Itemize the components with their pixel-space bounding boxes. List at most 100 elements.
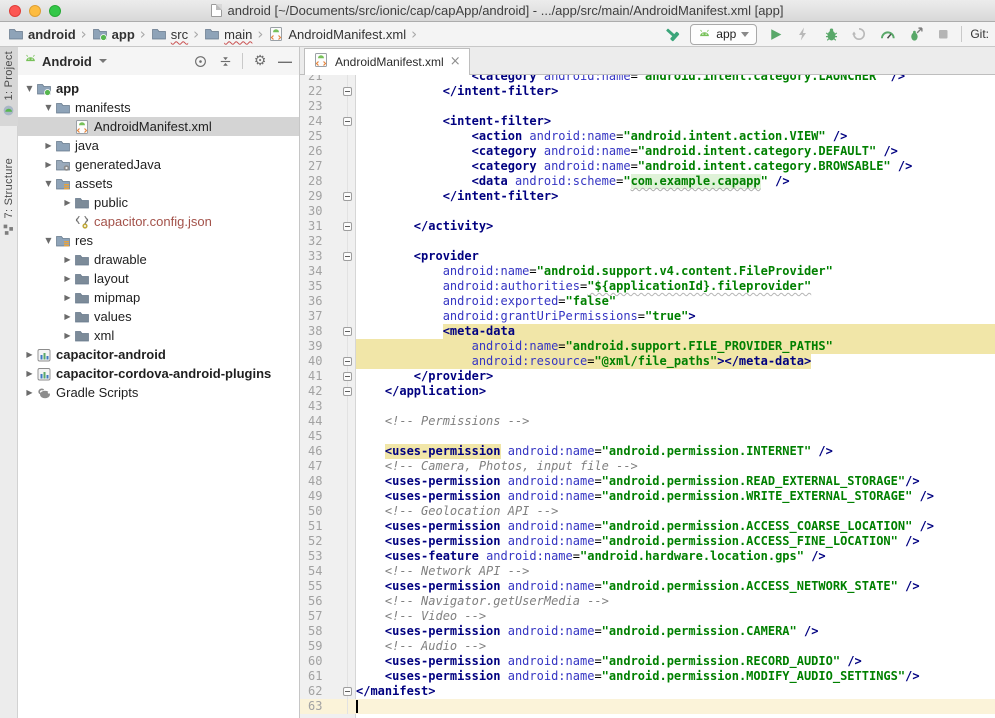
project-tool-button[interactable]: 1: Project: [0, 47, 18, 126]
code-line-45[interactable]: 45: [300, 429, 995, 444]
line-number[interactable]: 49: [300, 489, 342, 504]
tree-item-public[interactable]: ▶public: [18, 193, 299, 212]
tree-item-capacitor-cordova-android-plugins[interactable]: ▶capacitor-cordova-android-plugins: [18, 364, 299, 383]
line-number[interactable]: 35: [300, 279, 342, 294]
editor-gutter[interactable]: 43: [300, 399, 356, 414]
fold-marker[interactable]: [343, 357, 352, 366]
breadcrumb-item-android[interactable]: android: [8, 26, 76, 42]
editor-gutter[interactable]: 42: [300, 384, 356, 399]
code-line-26[interactable]: 26 <category android:name="android.inten…: [300, 144, 995, 159]
code-line-51[interactable]: 51 <uses-permission android:name="androi…: [300, 519, 995, 534]
editor-gutter[interactable]: 29: [300, 189, 356, 204]
line-number[interactable]: 52: [300, 534, 342, 549]
code-line-33[interactable]: 33 <provider: [300, 249, 995, 264]
profiler-button[interactable]: [877, 24, 897, 44]
project-view-selector[interactable]: Android: [24, 53, 107, 69]
code-line-43[interactable]: 43: [300, 399, 995, 414]
editor-gutter[interactable]: 34: [300, 264, 356, 279]
line-number[interactable]: 31: [300, 219, 342, 234]
code-line-47[interactable]: 47 <!-- Camera, Photos, input file -->: [300, 459, 995, 474]
tree-item-xml[interactable]: ▶xml: [18, 326, 299, 345]
editor-gutter[interactable]: 22: [300, 84, 356, 99]
line-number[interactable]: 50: [300, 504, 342, 519]
line-number[interactable]: 24: [300, 114, 342, 129]
line-number[interactable]: 29: [300, 189, 342, 204]
editor-gutter[interactable]: 63: [300, 699, 356, 714]
fold-marker[interactable]: [343, 87, 352, 96]
editor-gutter[interactable]: 33: [300, 249, 356, 264]
code-line-30[interactable]: 30: [300, 204, 995, 219]
run-button[interactable]: [765, 24, 785, 44]
code-line-40[interactable]: 40 android:resource="@xml/file_paths"></…: [300, 354, 995, 369]
editor-gutter[interactable]: 38: [300, 324, 356, 339]
breadcrumb-item-app[interactable]: app: [92, 26, 135, 42]
code-line-46[interactable]: 46 <uses-permission android:name="androi…: [300, 444, 995, 459]
git-label[interactable]: Git:: [970, 27, 991, 41]
code-line-58[interactable]: 58 <uses-permission android:name="androi…: [300, 624, 995, 639]
code-line-25[interactable]: 25 <action android:name="android.intent.…: [300, 129, 995, 144]
line-number[interactable]: 57: [300, 609, 342, 624]
settings-gear-icon[interactable]: ⚙: [252, 53, 268, 69]
tree-item-mipmap[interactable]: ▶mipmap: [18, 288, 299, 307]
line-number[interactable]: 59: [300, 639, 342, 654]
code-line-50[interactable]: 50 <!-- Geolocation API -->: [300, 504, 995, 519]
breadcrumb-item-androidmanifest-xml[interactable]: AndroidManifest.xml: [268, 26, 406, 42]
line-number[interactable]: 46: [300, 444, 342, 459]
line-number[interactable]: 47: [300, 459, 342, 474]
code-line-37[interactable]: 37 android:grantUriPermissions="true">: [300, 309, 995, 324]
editor-gutter[interactable]: 50: [300, 504, 356, 519]
expand-arrow-icon[interactable]: ▶: [62, 198, 73, 207]
editor-gutter[interactable]: 26: [300, 144, 356, 159]
expand-arrow-icon[interactable]: ▶: [62, 312, 73, 321]
expand-arrow-icon[interactable]: ▼: [43, 179, 54, 188]
tree-item-res[interactable]: ▼res: [18, 231, 299, 250]
expand-arrow-icon[interactable]: ▶: [24, 350, 35, 359]
breadcrumb-item-src[interactable]: src: [151, 26, 188, 42]
code-line-55[interactable]: 55 <uses-permission android:name="androi…: [300, 579, 995, 594]
line-number[interactable]: 60: [300, 654, 342, 669]
code-line-23[interactable]: 23: [300, 99, 995, 114]
line-number[interactable]: 38: [300, 324, 342, 339]
editor-gutter[interactable]: 55: [300, 579, 356, 594]
line-number[interactable]: 58: [300, 624, 342, 639]
code-line-61[interactable]: 61 <uses-permission android:name="androi…: [300, 669, 995, 684]
line-number[interactable]: 43: [300, 399, 342, 414]
code-line-54[interactable]: 54 <!-- Network API -->: [300, 564, 995, 579]
tree-item-gradle-scripts[interactable]: ▶Gradle Scripts: [18, 383, 299, 402]
expand-arrow-icon[interactable]: ▶: [62, 293, 73, 302]
editor-gutter[interactable]: 24: [300, 114, 356, 129]
code-editor[interactable]: 21 <category android:name="android.inten…: [300, 75, 995, 718]
editor-gutter[interactable]: 37: [300, 309, 356, 324]
expand-arrow-icon[interactable]: ▼: [43, 103, 54, 112]
editor-gutter[interactable]: 39: [300, 339, 356, 354]
code-line-22[interactable]: 22 </intent-filter>: [300, 84, 995, 99]
line-number[interactable]: 21: [300, 75, 342, 84]
debug-button[interactable]: [821, 24, 841, 44]
code-line-27[interactable]: 27 <category android:name="android.inten…: [300, 159, 995, 174]
line-number[interactable]: 27: [300, 159, 342, 174]
editor-gutter[interactable]: 56: [300, 594, 356, 609]
code-line-59[interactable]: 59 <!-- Audio -->: [300, 639, 995, 654]
code-line-56[interactable]: 56 <!-- Navigator.getUserMedia -->: [300, 594, 995, 609]
editor-gutter[interactable]: 61: [300, 669, 356, 684]
line-number[interactable]: 63: [300, 699, 342, 714]
close-tab-button[interactable]: ×: [450, 56, 461, 68]
code-line-28[interactable]: 28 <data android:scheme="com.example.cap…: [300, 174, 995, 189]
editor-gutter[interactable]: 41: [300, 369, 356, 384]
line-number[interactable]: 34: [300, 264, 342, 279]
editor-gutter[interactable]: 25: [300, 129, 356, 144]
code-line-29[interactable]: 29 </intent-filter>: [300, 189, 995, 204]
line-number[interactable]: 61: [300, 669, 342, 684]
code-line-39[interactable]: 39 android:name="android.support.FILE_PR…: [300, 339, 995, 354]
locate-file-button[interactable]: [192, 53, 208, 69]
fold-marker[interactable]: [343, 252, 352, 261]
apply-changes-button[interactable]: [793, 24, 813, 44]
line-number[interactable]: 44: [300, 414, 342, 429]
tree-item-androidmanifest-xml[interactable]: AndroidManifest.xml: [18, 117, 299, 136]
editor-gutter[interactable]: 27: [300, 159, 356, 174]
code-line-53[interactable]: 53 <uses-feature android:name="android.h…: [300, 549, 995, 564]
expand-arrow-icon[interactable]: ▶: [62, 331, 73, 340]
tree-item-layout[interactable]: ▶layout: [18, 269, 299, 288]
expand-arrow-icon[interactable]: ▼: [43, 236, 54, 245]
editor-gutter[interactable]: 47: [300, 459, 356, 474]
